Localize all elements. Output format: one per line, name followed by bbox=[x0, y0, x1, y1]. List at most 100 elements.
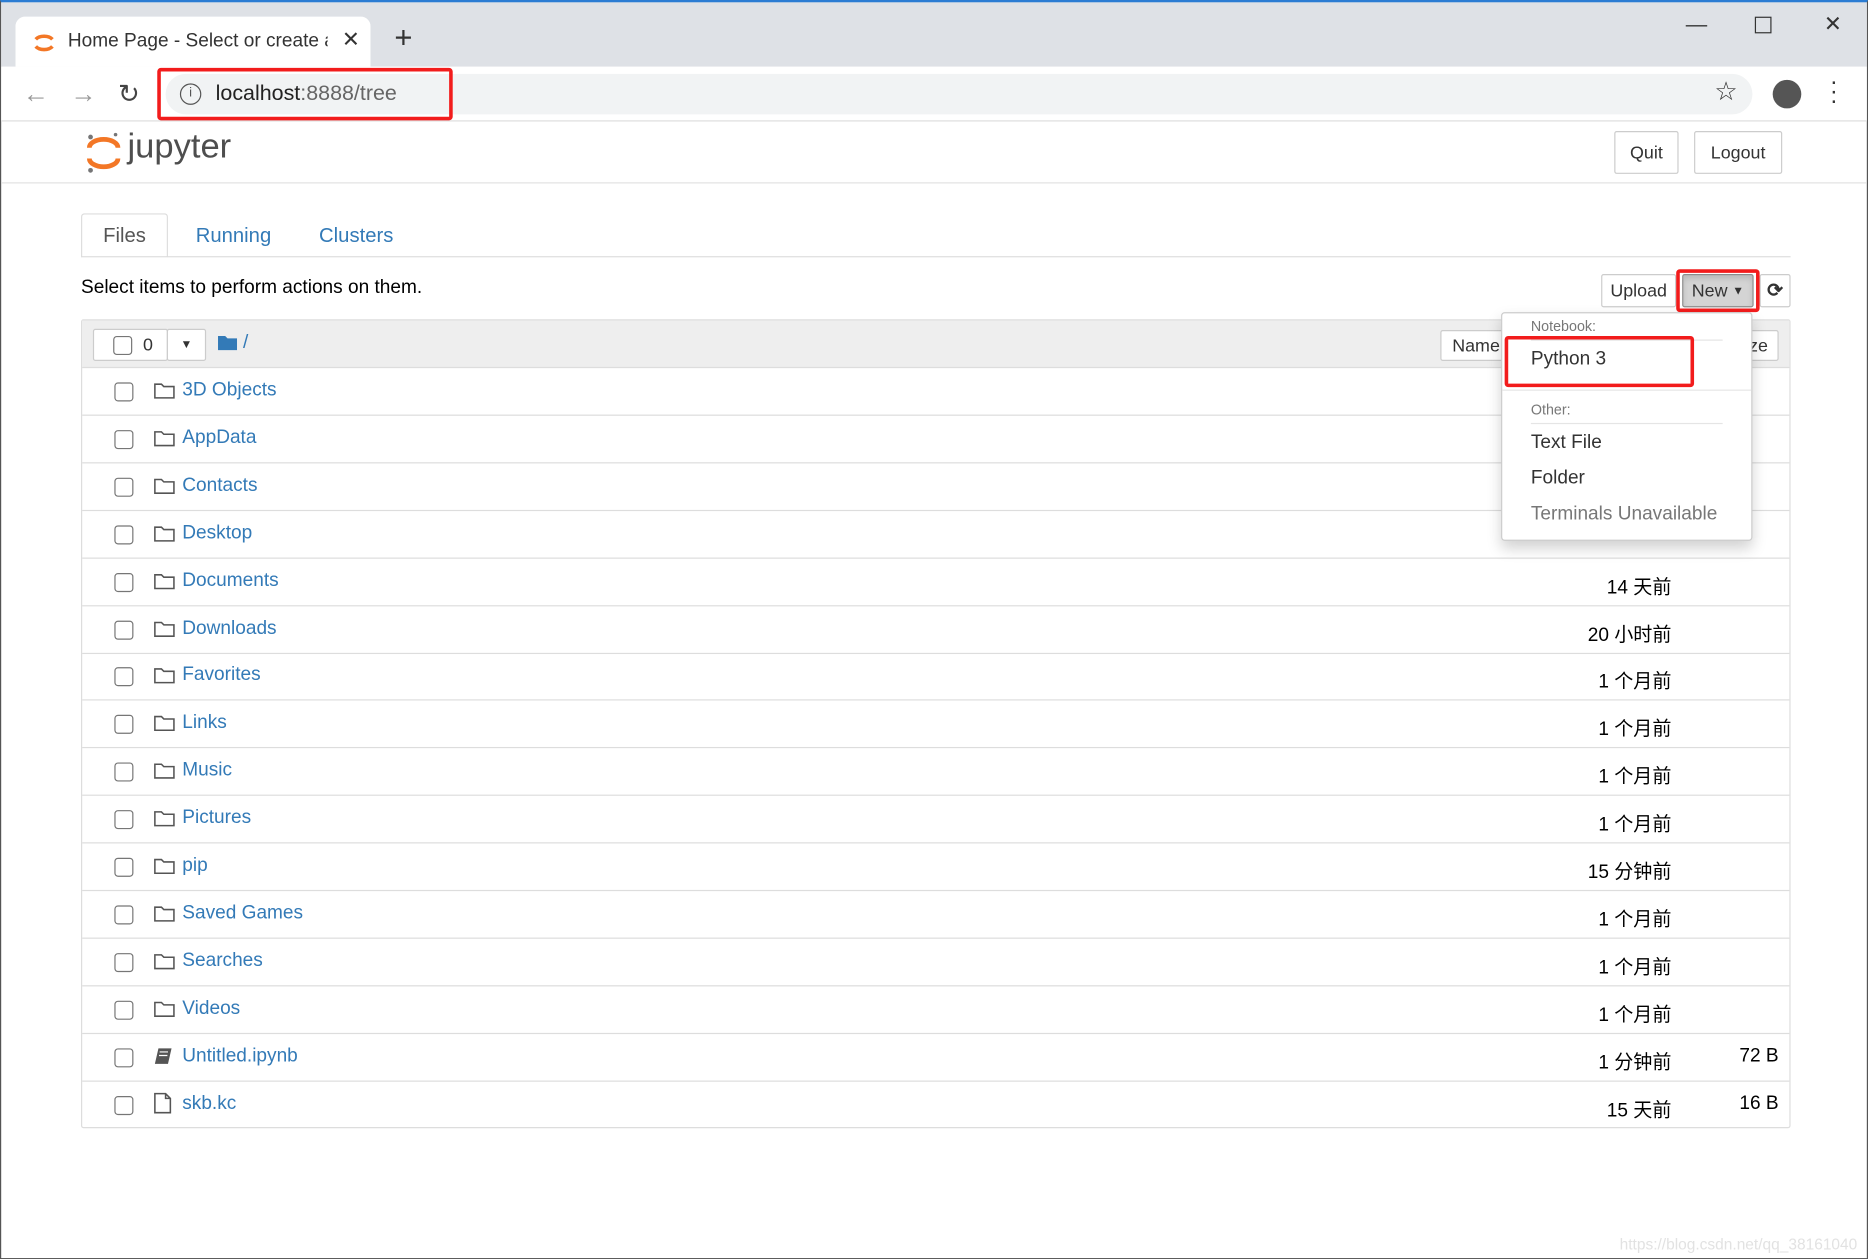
row-checkbox[interactable] bbox=[114, 572, 134, 592]
folder-icon bbox=[154, 621, 175, 637]
file-row[interactable]: Documents 14 天前 bbox=[82, 558, 1790, 606]
star-icon[interactable]: ☆ bbox=[1714, 76, 1738, 107]
select-all-checkbox[interactable] bbox=[113, 335, 133, 355]
folder-icon-wrap bbox=[154, 429, 175, 453]
file-row[interactable]: Searches 1 个月前 bbox=[82, 939, 1790, 987]
file-name-link[interactable]: Music bbox=[182, 760, 232, 781]
file-name-link[interactable]: Pictures bbox=[182, 808, 251, 829]
row-checkbox[interactable] bbox=[114, 477, 134, 497]
file-name-link[interactable]: skb.kc bbox=[182, 1093, 236, 1114]
close-tab-icon[interactable]: ✕ bbox=[342, 27, 360, 52]
upload-button[interactable]: Upload bbox=[1601, 274, 1677, 308]
file-name-link[interactable]: Contacts bbox=[182, 475, 257, 496]
tab-clusters[interactable]: Clusters bbox=[301, 213, 411, 257]
file-name-link[interactable]: 3D Objects bbox=[182, 380, 276, 401]
breadcrumb-root[interactable]: / bbox=[243, 332, 248, 353]
jupyter-favicon-icon bbox=[34, 34, 54, 52]
file-name-link[interactable]: Downloads bbox=[182, 618, 276, 639]
file-size: 72 B bbox=[1739, 1045, 1779, 1066]
folder-icon bbox=[154, 430, 175, 447]
tab-strip: Home Page - Select or create a notebook … bbox=[1, 2, 1867, 67]
file-name-link[interactable]: Untitled.ipynb bbox=[182, 1046, 298, 1067]
close-window-icon[interactable]: ✕ bbox=[1824, 12, 1842, 37]
quit-button[interactable]: Quit bbox=[1614, 131, 1679, 174]
file-modified: 15 分钟前 bbox=[1587, 862, 1672, 883]
new-tab-icon[interactable]: + bbox=[394, 21, 412, 52]
file-row[interactable]: Links 1 个月前 bbox=[82, 701, 1790, 749]
row-checkbox[interactable] bbox=[114, 382, 134, 402]
row-checkbox[interactable] bbox=[114, 715, 134, 735]
menu-item-folder[interactable]: Folder bbox=[1531, 468, 1585, 489]
row-checkbox[interactable] bbox=[114, 667, 134, 687]
file-row[interactable]: Videos 1 个月前 bbox=[82, 986, 1790, 1034]
profile-icon[interactable] bbox=[1772, 79, 1802, 109]
file-row[interactable]: Untitled.ipynb 1 分钟前 72 B bbox=[82, 1034, 1790, 1082]
refresh-icon[interactable]: ⟳ bbox=[1759, 274, 1791, 308]
file-name-link[interactable]: Saved Games bbox=[182, 903, 303, 924]
row-checkbox[interactable] bbox=[114, 1047, 134, 1067]
file-modified: 14 天前 bbox=[1606, 577, 1672, 598]
minimize-icon[interactable]: — bbox=[1686, 12, 1707, 37]
file-name-link[interactable]: Videos bbox=[182, 998, 240, 1019]
forward-icon[interactable]: → bbox=[70, 79, 96, 110]
notebook-icon bbox=[154, 1047, 172, 1064]
file-modified: 1 个月前 bbox=[1598, 910, 1672, 931]
row-checkbox[interactable] bbox=[114, 810, 134, 830]
file-name-link[interactable]: Documents bbox=[182, 570, 278, 591]
row-checkbox[interactable] bbox=[114, 905, 134, 925]
file-row[interactable]: Music 1 个月前 bbox=[82, 748, 1790, 797]
folder-icon-wrap bbox=[154, 666, 175, 690]
file-modified: 1 个月前 bbox=[1598, 767, 1672, 788]
file-name-link[interactable]: pip bbox=[182, 855, 207, 876]
menu-item-text-file[interactable]: Text File bbox=[1531, 432, 1602, 453]
row-checkbox[interactable] bbox=[114, 525, 134, 545]
file-row[interactable]: Favorites 1 个月前 bbox=[82, 653, 1790, 701]
file-name-link[interactable]: AppData bbox=[182, 428, 256, 449]
folder-icon bbox=[154, 906, 175, 922]
folder-icon bbox=[154, 1001, 175, 1017]
file-name-link[interactable]: Desktop bbox=[182, 523, 252, 544]
tab-running[interactable]: Running bbox=[180, 213, 287, 257]
file-row[interactable]: pip 15 分钟前 bbox=[82, 843, 1790, 892]
file-name-link[interactable]: Searches bbox=[182, 950, 263, 971]
maximize-icon[interactable] bbox=[1754, 16, 1772, 34]
row-checkbox[interactable] bbox=[114, 1095, 134, 1115]
folder-icon-wrap bbox=[154, 476, 175, 500]
row-checkbox[interactable] bbox=[114, 620, 134, 640]
logout-button[interactable]: Logout bbox=[1694, 131, 1783, 174]
highlight-box bbox=[1676, 269, 1760, 313]
jupyter-logo-text[interactable]: jupyter bbox=[127, 127, 231, 166]
row-checkbox[interactable] bbox=[114, 762, 134, 782]
file-name-link[interactable]: Favorites bbox=[182, 665, 260, 686]
folder-icon bbox=[154, 953, 175, 970]
reload-icon[interactable]: ↻ bbox=[118, 79, 140, 110]
browser-toolbar: ← → ↻ i localhost:8888/tree ☆ · · · bbox=[1, 66, 1867, 122]
folder-icon bbox=[154, 716, 175, 732]
tab-files[interactable]: Files bbox=[81, 213, 168, 258]
back-icon[interactable]: ← bbox=[23, 79, 49, 110]
notebook-icon-wrap bbox=[154, 1047, 173, 1072]
folder-icon-wrap bbox=[154, 381, 175, 405]
select-all-button[interactable]: 0 bbox=[92, 328, 168, 361]
selection-dropdown-icon[interactable]: ▼ bbox=[166, 328, 207, 361]
menu-icon[interactable]: · · · bbox=[1830, 70, 1838, 113]
file-row[interactable]: Saved Games 1 个月前 bbox=[82, 891, 1790, 939]
folder-icon bbox=[154, 383, 175, 399]
row-checkbox[interactable] bbox=[114, 429, 134, 450]
menu-header-notebook: Notebook: bbox=[1530, 318, 1597, 335]
menu-divider bbox=[1530, 422, 1723, 425]
file-modified: 15 天前 bbox=[1606, 1100, 1672, 1121]
highlight-box bbox=[157, 67, 453, 121]
file-name-link[interactable]: Links bbox=[182, 713, 227, 734]
row-checkbox[interactable] bbox=[114, 1000, 134, 1020]
file-row[interactable]: skb.kc 15 天前 16 B bbox=[82, 1081, 1789, 1129]
file-row[interactable]: Pictures 1 个月前 bbox=[82, 796, 1790, 844]
folder-icon bbox=[154, 858, 175, 875]
folder-solid-icon[interactable] bbox=[218, 334, 238, 351]
browser-tab[interactable]: Home Page - Select or create a notebook … bbox=[15, 16, 371, 67]
row-checkbox[interactable] bbox=[114, 857, 134, 877]
row-checkbox[interactable] bbox=[114, 952, 134, 972]
folder-icon bbox=[154, 763, 175, 779]
file-row[interactable]: Downloads 20 小时前 bbox=[82, 606, 1790, 654]
jupyter-logo-icon bbox=[86, 132, 121, 173]
